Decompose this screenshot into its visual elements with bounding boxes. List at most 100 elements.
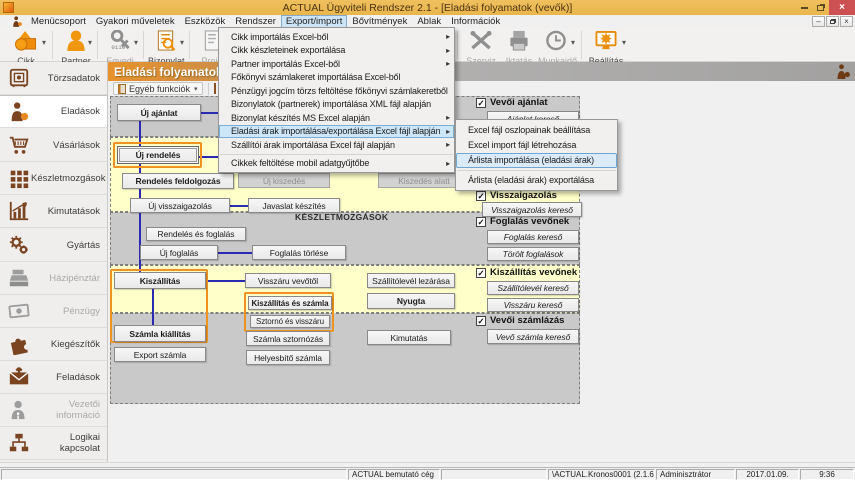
submenu-arrow-icon: ▸ (446, 140, 450, 149)
rendeles-es-foglalas-button[interactable]: Rendelés és foglalás (146, 227, 246, 241)
mdi-restore-button[interactable] (826, 16, 839, 27)
menu-item-partner-importalas[interactable]: Partner importálás Excel-ből▸ (219, 57, 454, 71)
toolbar-button-szerviz[interactable]: Szerviz (463, 30, 499, 66)
minimize-button[interactable] (797, 0, 812, 15)
menubar-item-gyakori-muveletek[interactable]: Gyakori műveletek (91, 15, 180, 28)
bizonylat-dropdown-arrow[interactable]: ▾ (180, 38, 184, 47)
submenu-item-arlista-importalasa[interactable]: Árlista importálása (eladási árak) (456, 153, 617, 168)
szallitolevel-lezarasa-button[interactable]: Szállítólevél lezárása (367, 273, 455, 288)
sidebar-item-gyartas[interactable]: Gyártás (0, 229, 107, 262)
checkbox-vevoi-szamlazas[interactable]: ✓ (476, 316, 486, 326)
group-title-kiszallitas-vevonek: ✓ Kiszállítás vevőnek (476, 267, 580, 278)
kimutatas-button[interactable]: Kimutatás (367, 330, 451, 345)
app-window: ACTUAL Ügyviteli Rendszer 2.1 - [Eladási… (0, 0, 855, 480)
toolbar-button-bizonylat[interactable]: Bizonylat (148, 30, 184, 66)
gears-icon (7, 234, 31, 256)
kiszallitas-es-szamla-button[interactable]: Kiszállítás és számla (248, 296, 332, 310)
menu-item-cikk-importalas[interactable]: Cikk importálás Excel-ből▸ (219, 30, 454, 44)
uj-visszaigazolas-button[interactable]: Új visszaigazolás (130, 198, 230, 213)
rendeles-feldolgozas-button[interactable]: Rendelés feldolgozás (122, 173, 234, 189)
toolbar-button-beallitas[interactable]: Beállítás (588, 30, 624, 66)
connector-line (218, 252, 252, 254)
visszaigazolas-kereso-button[interactable]: Visszaigazolás kereső (482, 202, 582, 217)
menubar-item-menucsoport[interactable]: Menücsoport (26, 15, 91, 28)
torolt-foglalasok-button[interactable]: Törölt foglalások (487, 247, 579, 261)
uj-kiszedes-button[interactable]: Új kiszedés (238, 173, 330, 188)
menu-item-cikkek-mobil[interactable]: Cikkek feltöltése mobil adatgyűjtőbe▸ (219, 156, 454, 170)
toolbar-button-iktatas[interactable]: Iktatás (501, 30, 537, 66)
sidebar-item-logikai-kapcsolat[interactable]: Logikai kapcsolat (0, 427, 107, 460)
sidebar-item-keszletmozgasok[interactable]: Készletmozgások (0, 162, 107, 195)
szamla-kiallitas-button[interactable]: Számla kiállítás (114, 325, 206, 342)
nyugta-button[interactable]: Nyugta (367, 293, 455, 309)
beallitas-dropdown-arrow[interactable]: ▾ (622, 38, 626, 47)
submenu-arrow-icon: ▸ (446, 32, 450, 41)
sidebar-item-torzsadatok[interactable]: Törzsadatok (0, 62, 107, 95)
menu-item-bizonylat-ms-excel[interactable]: Bizonylat készítés MS Excel alapján▸ (219, 111, 454, 125)
cart-icon (7, 134, 31, 156)
szamla-sztornozas-button[interactable]: Számla sztornózás (246, 331, 330, 346)
submenu-item-arlista-exportalasa[interactable]: Árlista (eladási árak) exportálása (456, 173, 617, 188)
sidebar-item-vasarlasok[interactable]: Vásárlások (0, 129, 107, 162)
grid-icon (7, 167, 31, 189)
mdi-close-button[interactable]: × (840, 16, 853, 27)
uj-rendeles-button[interactable]: Új rendelés (117, 146, 199, 164)
partner-dropdown-arrow[interactable]: ▾ (88, 38, 92, 47)
menu-item-eladasi-arak[interactable]: Eladási árak importálása/exportálása Exc… (219, 125, 454, 139)
restore-button[interactable] (813, 0, 828, 15)
toolbar-button-partner[interactable]: Partner (58, 30, 94, 66)
vevo-szamla-kereso-button[interactable]: Vevő számla kereső (487, 329, 579, 344)
visszaru-vevotol-button[interactable]: Visszáru vevőtől (245, 273, 331, 288)
munkaido-dropdown-arrow[interactable]: ▾ (571, 38, 575, 47)
menu-item-penzugyi-jogcim[interactable]: Pénzügyi jogcím törzs feltöltése főkönyv… (219, 84, 454, 98)
sidebar-item-kimutatasok[interactable]: Kimutatások (0, 195, 107, 228)
foglalas-torlese-button[interactable]: Foglalás törlése (252, 245, 346, 260)
foglalas-kereso-button[interactable]: Foglalás kereső (487, 230, 579, 244)
key-icon: 0110 (108, 30, 132, 51)
toolbar-button-cikk[interactable]: Cikk (8, 30, 44, 66)
menu-item-szallitoi-arak[interactable]: Szállítói árak importálása Excel fájl al… (219, 138, 454, 152)
sidebar-item-kiegeszitok[interactable]: Kiegészítők (0, 328, 107, 361)
menu-item-cikk-keszletek-export[interactable]: Cikk készleteinek exportálása▸ (219, 44, 454, 58)
mdi-minimize-button[interactable]: – (812, 16, 825, 27)
connector-line (230, 205, 248, 207)
close-button[interactable]: × (829, 0, 855, 15)
submenu-item-excel-oszlopok[interactable]: Excel fájl oszlopainak beállítása (456, 122, 617, 137)
toolbar-button-munkaido[interactable]: Munkaidő (538, 30, 574, 66)
visszaru-kereso-button[interactable]: Visszáru kereső (487, 298, 579, 312)
helyesbito-szamla-button[interactable]: Helyesbítő számla (246, 350, 330, 365)
tools-icon (468, 30, 494, 51)
menu-item-fokonyvi-szamlakeret[interactable]: Főkönyvi számlakeret importálása Excel-b… (219, 71, 454, 85)
javaslat-keszites-button[interactable]: Javaslat készítés (248, 198, 340, 213)
sidebar-item-penzugy[interactable]: Pénzügy (0, 295, 107, 328)
szallitolevel-kereso-button[interactable]: Szállítólevél kereső (487, 281, 579, 295)
export-szamla-button[interactable]: Export számla (114, 347, 206, 362)
sidebar-item-feladasok[interactable]: Feladások (0, 361, 107, 394)
sidebar-item-hazipenztar[interactable]: Házipénztár (0, 262, 107, 295)
uj-ajanlat-button[interactable]: Új ajánlat (117, 104, 201, 121)
statusbar-date: 2017.01.09. (736, 469, 799, 480)
menu-item-bizonylatok-xml[interactable]: Bizonylatok (partnerek) importálása XML … (219, 98, 454, 112)
menu-separator (220, 154, 453, 155)
group-title-vevoi-szamlazas: ✓ Vevői számlázás (476, 315, 580, 326)
kiszallitas-button[interactable]: Kiszállítás (114, 272, 206, 289)
statusbar-time: 9:36 (800, 469, 854, 480)
checkbox-foglalas-vevonek[interactable]: ✓ (476, 217, 486, 227)
checkbox-vevoi-ajanlat[interactable]: ✓ (476, 98, 486, 108)
cikk-dropdown-arrow[interactable]: ▾ (42, 38, 46, 47)
group-title-foglalas-vevonek: ✓ Foglalás vevőnek (476, 216, 580, 227)
egyedi-dropdown-arrow[interactable]: ▾ (134, 38, 138, 47)
sztorno-es-visszaru-button[interactable]: Sztornó és visszáru (250, 315, 330, 328)
uj-foglalas-button[interactable]: Új foglalás (140, 245, 218, 260)
sidebar-item-eladasok[interactable]: Eladások (0, 95, 107, 128)
other-functions-button[interactable]: Egyéb funkciók ▾ (113, 82, 203, 95)
sidebar-item-vezetoi-informacio[interactable]: Vezetői információ (0, 394, 107, 427)
checkbox-kiszallitas-vevonek[interactable]: ✓ (476, 268, 486, 278)
envelope-icon (7, 366, 31, 388)
submenu-item-excel-import-fajl[interactable]: Excel import fájl létrehozása (456, 137, 617, 152)
submenu-arrow-icon: ▸ (446, 127, 450, 136)
toolbar-button-egyedi[interactable]: 0110 Egyedi (102, 30, 138, 66)
other-functions-arrow: ▾ (194, 85, 198, 93)
checkbox-visszaigazolas[interactable]: ✓ (476, 191, 486, 201)
window-title: ACTUAL Ügyviteli Rendszer 2.1 - [Eladási… (0, 2, 855, 14)
